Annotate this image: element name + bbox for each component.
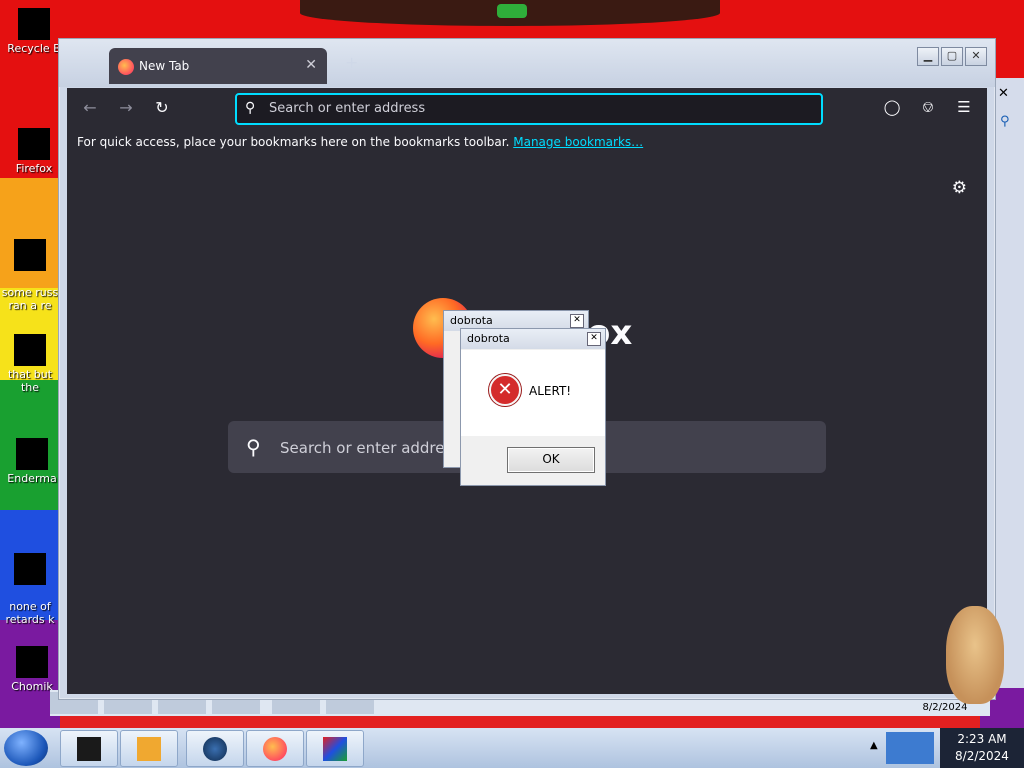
red-strip [60,716,980,728]
system-tray: ▲ 2:23 AM 8/2/2024 [866,728,1024,768]
firefox-icon [18,128,50,160]
tray-app-icon[interactable] [886,732,934,764]
desktop-icon-file[interactable]: some russ ran a re [0,226,60,325]
tab-new-tab[interactable]: New Tab ✕ [109,48,327,84]
manage-bookmarks-link[interactable]: Manage bookmarks… [513,135,643,149]
background-window: ✕ ⚲ [994,78,1024,688]
desktop-icon-label: Firefox [15,162,53,175]
reload-icon[interactable]: ↻ [151,98,173,118]
clock[interactable]: 2:23 AM 8/2/2024 [940,728,1024,768]
dialog-title-text: dobrota [450,314,493,327]
close-button[interactable]: ✕ [965,47,987,66]
alert-dialog: dobrota ✕ ✕ ALERT! OK [460,328,606,486]
desktop-icon-label: Enderma [7,472,57,485]
search-icon: ⚲ [245,100,256,116]
menu-icon[interactable]: ☰ [953,98,975,116]
taskbar-item-globe[interactable] [186,730,244,767]
desktop-icon-file-2[interactable]: none of retards k [0,540,60,639]
pocket-icon[interactable]: ◯ [881,98,903,116]
globe-icon [203,737,227,761]
file-icon [14,553,46,585]
desktop-icon-folder[interactable]: that but the [0,334,60,394]
desktop-icon-chomik[interactable]: Chomik [2,646,62,693]
minimize-button[interactable]: ▁ [917,47,939,66]
close-icon[interactable]: ✕ [998,86,1009,101]
navigation-toolbar: ← → ↻ ⚲ ◯ ⎊ ☰ [67,88,987,128]
bookmarks-toolbar: For quick access, place your bookmarks h… [67,128,987,158]
start-button[interactable] [4,730,48,766]
bookmarks-hint: For quick access, place your bookmarks h… [77,135,643,149]
window-controls: ▁ ▢ ✕ [917,47,987,66]
ok-button[interactable]: OK [507,447,595,473]
error-icon: ✕ [489,374,521,406]
bookmarks-hint-text: For quick access, place your bookmarks h… [77,135,510,149]
desktop-icon-enderman[interactable]: Enderma [2,438,62,485]
desktop-icon-label: none of retards k [5,600,55,626]
desktop-icon-recycle-bin[interactable]: Recycle B [4,8,64,55]
folder-icon [14,334,46,366]
firefox-icon [263,737,287,761]
media-player-icon [137,737,161,761]
hamster-image [946,606,1004,704]
file-icon [14,239,46,271]
firefox-titlebar: New Tab ✕ + ▁ ▢ ✕ [59,39,995,87]
dialog-title: dobrota ✕ [461,329,605,349]
tab-label: New Tab [139,59,190,73]
extensions-icon[interactable]: ⎊ [917,98,939,116]
search-icon: ⚲ [246,435,261,459]
image-icon [16,646,48,678]
top-banner-light [497,4,527,18]
address-bar[interactable]: ⚲ [235,93,823,125]
desktop-icon-label: some russ ran a re [1,286,59,312]
firefox-icon [118,59,134,75]
taskbar-item-media-player[interactable] [120,730,178,767]
back-arrow-icon[interactable]: ← [79,98,101,118]
tray-arrow-icon[interactable]: ▲ [870,740,878,751]
dialog-title-text: dobrota [467,332,510,345]
address-input[interactable] [267,100,811,117]
alert-message: ALERT! [529,384,572,398]
close-icon[interactable]: ✕ [587,332,601,346]
clock-date: 8/2/2024 [955,749,1009,763]
desktop-icon-firefox[interactable]: Firefox [4,128,64,175]
desktop-icon-label: that but the [7,368,53,394]
desktop-icon-label: Recycle B [7,42,61,55]
new-tab-button[interactable]: + [345,53,358,72]
app-icon [16,438,48,470]
paint-icon [323,737,347,761]
taskbar: ▲ 2:23 AM 8/2/2024 [0,728,1024,768]
dialog-body: ✕ ALERT! [461,350,605,436]
taskbar-item-paint[interactable] [306,730,364,767]
recycle-bin-icon [18,8,50,40]
forward-arrow-icon[interactable]: → [115,98,137,118]
maximize-button[interactable]: ▢ [941,47,963,66]
taskbar-item-firefox[interactable] [246,730,304,767]
clock-time: 2:23 AM [957,732,1007,746]
close-icon[interactable]: ✕ [570,314,584,328]
app-icon [77,737,101,761]
close-icon[interactable]: ✕ [305,57,317,73]
taskbar-item-app[interactable] [60,730,118,767]
gear-icon[interactable]: ⚙ [952,178,967,198]
search-icon[interactable]: ⚲ [1000,114,1010,129]
newtab-search-placeholder: Search or enter address [280,439,461,457]
